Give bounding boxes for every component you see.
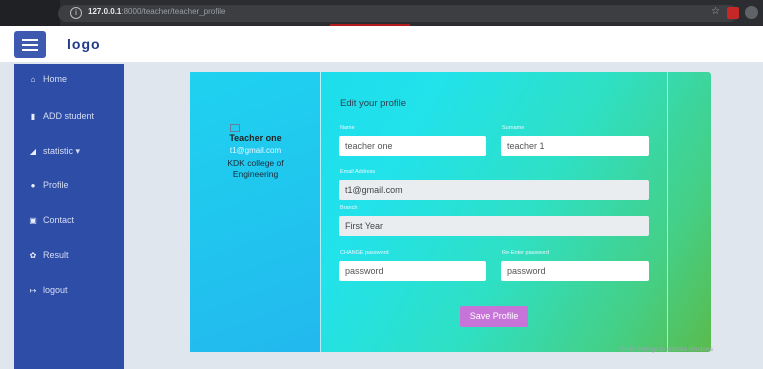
browser-bar: i 127.0.0.1:8000/teacher/teacher_profile… [0, 0, 763, 26]
top-navbar [0, 26, 763, 62]
sidebar-item-result[interactable]: ✿ Result [28, 250, 69, 260]
branch-label: Branch [340, 205, 358, 211]
sidebar-item-add-student[interactable]: ▮ ADD student [28, 111, 94, 121]
password-field[interactable]: password [339, 261, 486, 281]
sidebar: ⌂ Home ▮ ADD student ◢ statistic ▾ ● Profile… [14, 64, 124, 369]
surname-field[interactable]: teacher 1 [501, 136, 649, 156]
surname-label: Surname [502, 125, 525, 131]
form-title: Edit your profile [340, 98, 407, 109]
profile-image [230, 124, 240, 132]
profile-avatar-icon[interactable] [745, 6, 758, 19]
name-field[interactable]: teacher one [339, 136, 486, 156]
profile-email: t1@gmail.com [229, 146, 282, 155]
profile-name: Teacher one [229, 133, 282, 143]
sidebar-item-logout[interactable]: ↦ logout [28, 285, 68, 295]
user-icon: ● [30, 181, 36, 190]
gear-icon: ✿ [29, 251, 37, 260]
divider [320, 72, 321, 352]
branch-field[interactable]: First Year [339, 216, 649, 236]
activation-watermark: Go to Settings to activate Windows [620, 347, 714, 353]
sidebar-item-home[interactable]: ⌂ Home [28, 74, 67, 84]
name-label: Name [340, 125, 355, 131]
logo[interactable]: logo [67, 36, 101, 52]
browser-tab-strip [0, 0, 60, 26]
bar-chart-icon: ◢ [29, 147, 37, 156]
hamburger-icon [22, 39, 38, 41]
contact-card-icon: ▣ [29, 216, 37, 225]
save-profile-button[interactable]: Save Profile [460, 306, 528, 327]
extension-icon[interactable] [727, 7, 739, 19]
email-field[interactable]: t1@gmail.com [339, 180, 649, 200]
password-label: CHANGE password [340, 250, 389, 256]
menu-toggle-button[interactable] [14, 31, 46, 58]
profile-college: KDK college of Engineering [227, 158, 284, 179]
reenter-password-field[interactable]: password [501, 261, 649, 281]
url-text[interactable]: 127.0.0.1:8000/teacher/teacher_profile [88, 7, 225, 16]
email-label: Email Address [340, 169, 376, 175]
profile-summary [190, 72, 321, 352]
sidebar-item-contact[interactable]: ▣ Contact [28, 215, 74, 225]
logout-icon: ↦ [29, 286, 37, 295]
reenter-password-label: Re-Enter password [502, 250, 550, 256]
profile-card: Teacher one t1@gmail.com KDK college of … [190, 72, 711, 352]
bookmark-star-icon[interactable]: ☆ [711, 6, 720, 17]
info-icon[interactable]: i [70, 7, 82, 19]
sidebar-item-profile[interactable]: ● Profile [28, 180, 69, 190]
divider [667, 72, 668, 352]
home-icon: ⌂ [30, 75, 36, 84]
sidebar-item-statistic[interactable]: ◢ statistic ▾ [28, 146, 80, 157]
file-icon: ▮ [30, 112, 36, 121]
